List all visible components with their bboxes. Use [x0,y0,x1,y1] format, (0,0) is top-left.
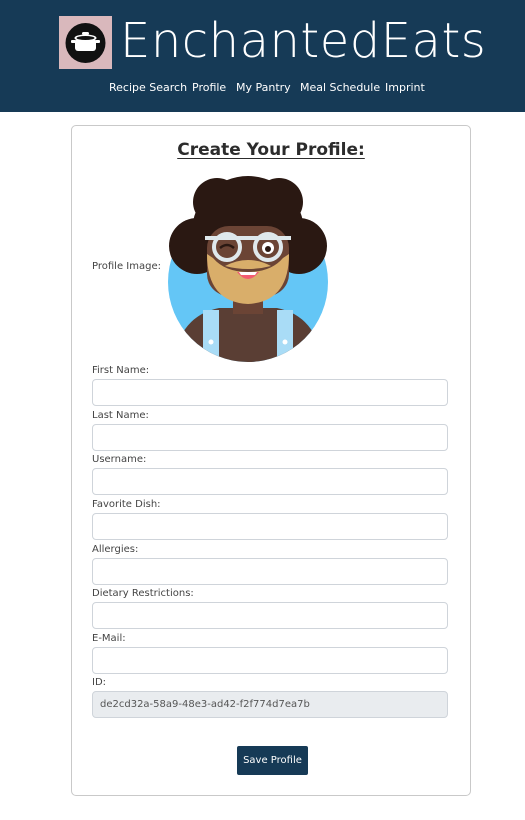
allergies-input[interactable] [92,558,448,585]
email-label: E-Mail: [92,633,126,644]
save-profile-button[interactable]: Save Profile [237,746,308,775]
id-input [92,691,448,718]
site-header: EnchantedEats Recipe Search Profile My P… [0,0,525,112]
nav-imprint[interactable]: Imprint [385,79,425,97]
main-nav: Recipe Search Profile My Pantry Meal Sch… [0,79,525,97]
first-name-label: First Name: [92,365,150,376]
nav-meal-schedule[interactable]: Meal Schedule [300,79,380,97]
id-label: ID: [92,677,107,688]
nav-recipe-search[interactable]: Recipe Search [109,79,187,97]
brand-name[interactable]: EnchantedEats [120,12,486,70]
allergies-label: Allergies: [92,544,139,555]
profile-avatar-image[interactable] [167,174,329,364]
favorite-dish-input[interactable] [92,513,448,540]
favorite-dish-label: Favorite Dish: [92,499,161,510]
username-label: Username: [92,454,147,465]
email-input[interactable] [92,647,448,674]
profile-image-label: Profile Image: [92,261,161,272]
profile-form-card: Create Your Profile: Profile Image: Firs… [71,125,471,796]
last-name-label: Last Name: [92,410,149,421]
username-input[interactable] [92,468,448,495]
cooking-pot-icon[interactable] [59,16,112,69]
dietary-restrictions-label: Dietary Restrictions: [92,588,194,599]
last-name-input[interactable] [92,424,448,451]
nav-my-pantry[interactable]: My Pantry [236,79,291,97]
first-name-input[interactable] [92,379,448,406]
dietary-restrictions-input[interactable] [92,602,448,629]
nav-profile[interactable]: Profile [192,79,226,97]
page-title: Create Your Profile: [177,140,365,160]
